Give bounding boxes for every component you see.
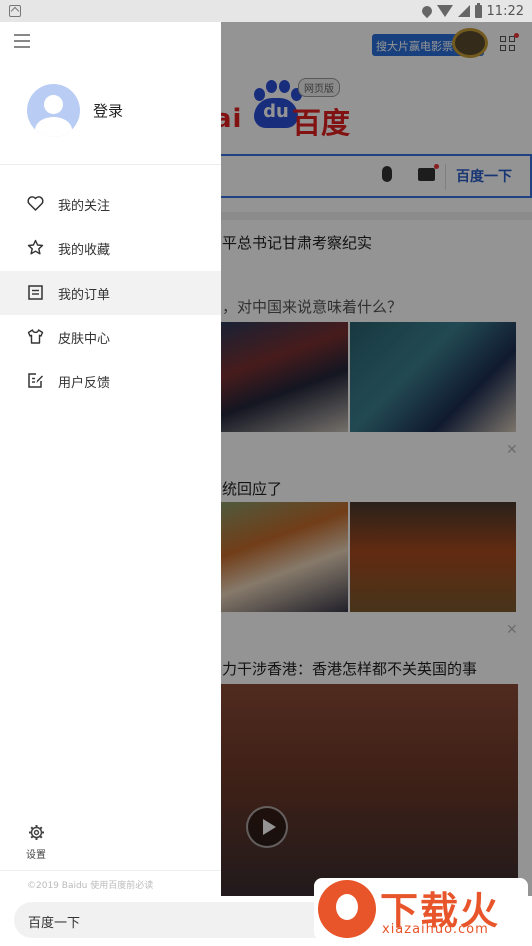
menu-item-label: 皮肤中心 (58, 332, 111, 347)
menu-item-skin-center[interactable]: 皮肤中心 (0, 315, 221, 359)
star-icon (27, 239, 44, 255)
menu-item-my-favorites[interactable]: 我的收藏 (0, 226, 221, 270)
login-link[interactable]: 登录 (93, 100, 123, 121)
notification-icon (9, 5, 21, 17)
shirt-icon (27, 329, 44, 344)
bottom-search-placeholder: 百度一下 (28, 916, 81, 931)
menu-item-label: 我的关注 (58, 199, 111, 214)
watermark-url: xiazaihuo.com (382, 922, 489, 937)
menu-item-label: 我的订单 (58, 288, 111, 303)
status-icons: 11:22 (419, 2, 524, 19)
menu-item-my-follows[interactable]: 我的关注 (0, 182, 221, 226)
menu-item-user-feedback[interactable]: 用户反馈 (0, 359, 221, 403)
status-bar: 11:22 (0, 0, 532, 22)
bottom-search-input[interactable]: 百度一下 (14, 902, 334, 938)
heart-icon (27, 196, 44, 211)
hamburger-menu-icon[interactable] (14, 34, 30, 48)
legal-notice[interactable]: ©2019 Baidu 使用百度前必读 (27, 878, 153, 891)
menu-item-label: 我的收藏 (58, 243, 111, 258)
drawer-footer-divider (0, 870, 221, 871)
avatar[interactable] (27, 84, 80, 137)
gear-icon (29, 825, 44, 840)
order-list-icon (28, 285, 43, 300)
location-icon (419, 3, 434, 19)
clock: 11:22 (486, 3, 524, 19)
battery-icon (474, 2, 482, 18)
menu-item-label: 用户反馈 (58, 376, 111, 391)
watermark-logo (318, 880, 376, 938)
settings-label: 设置 (26, 850, 46, 861)
signal-icon (457, 5, 470, 17)
menu-item-my-orders[interactable]: 我的订单 (0, 271, 221, 315)
side-drawer: 登录 我的关注 我的收藏 我的订单 皮肤中心 用户反馈 设置 ©2019 Bai… (0, 22, 221, 946)
site-watermark: 下载火 xiazaihuo.com (314, 878, 528, 940)
feedback-edit-icon (28, 373, 43, 388)
wifi-icon (436, 5, 453, 17)
drawer-divider (0, 164, 221, 165)
settings-button[interactable]: 设置 (24, 822, 54, 862)
